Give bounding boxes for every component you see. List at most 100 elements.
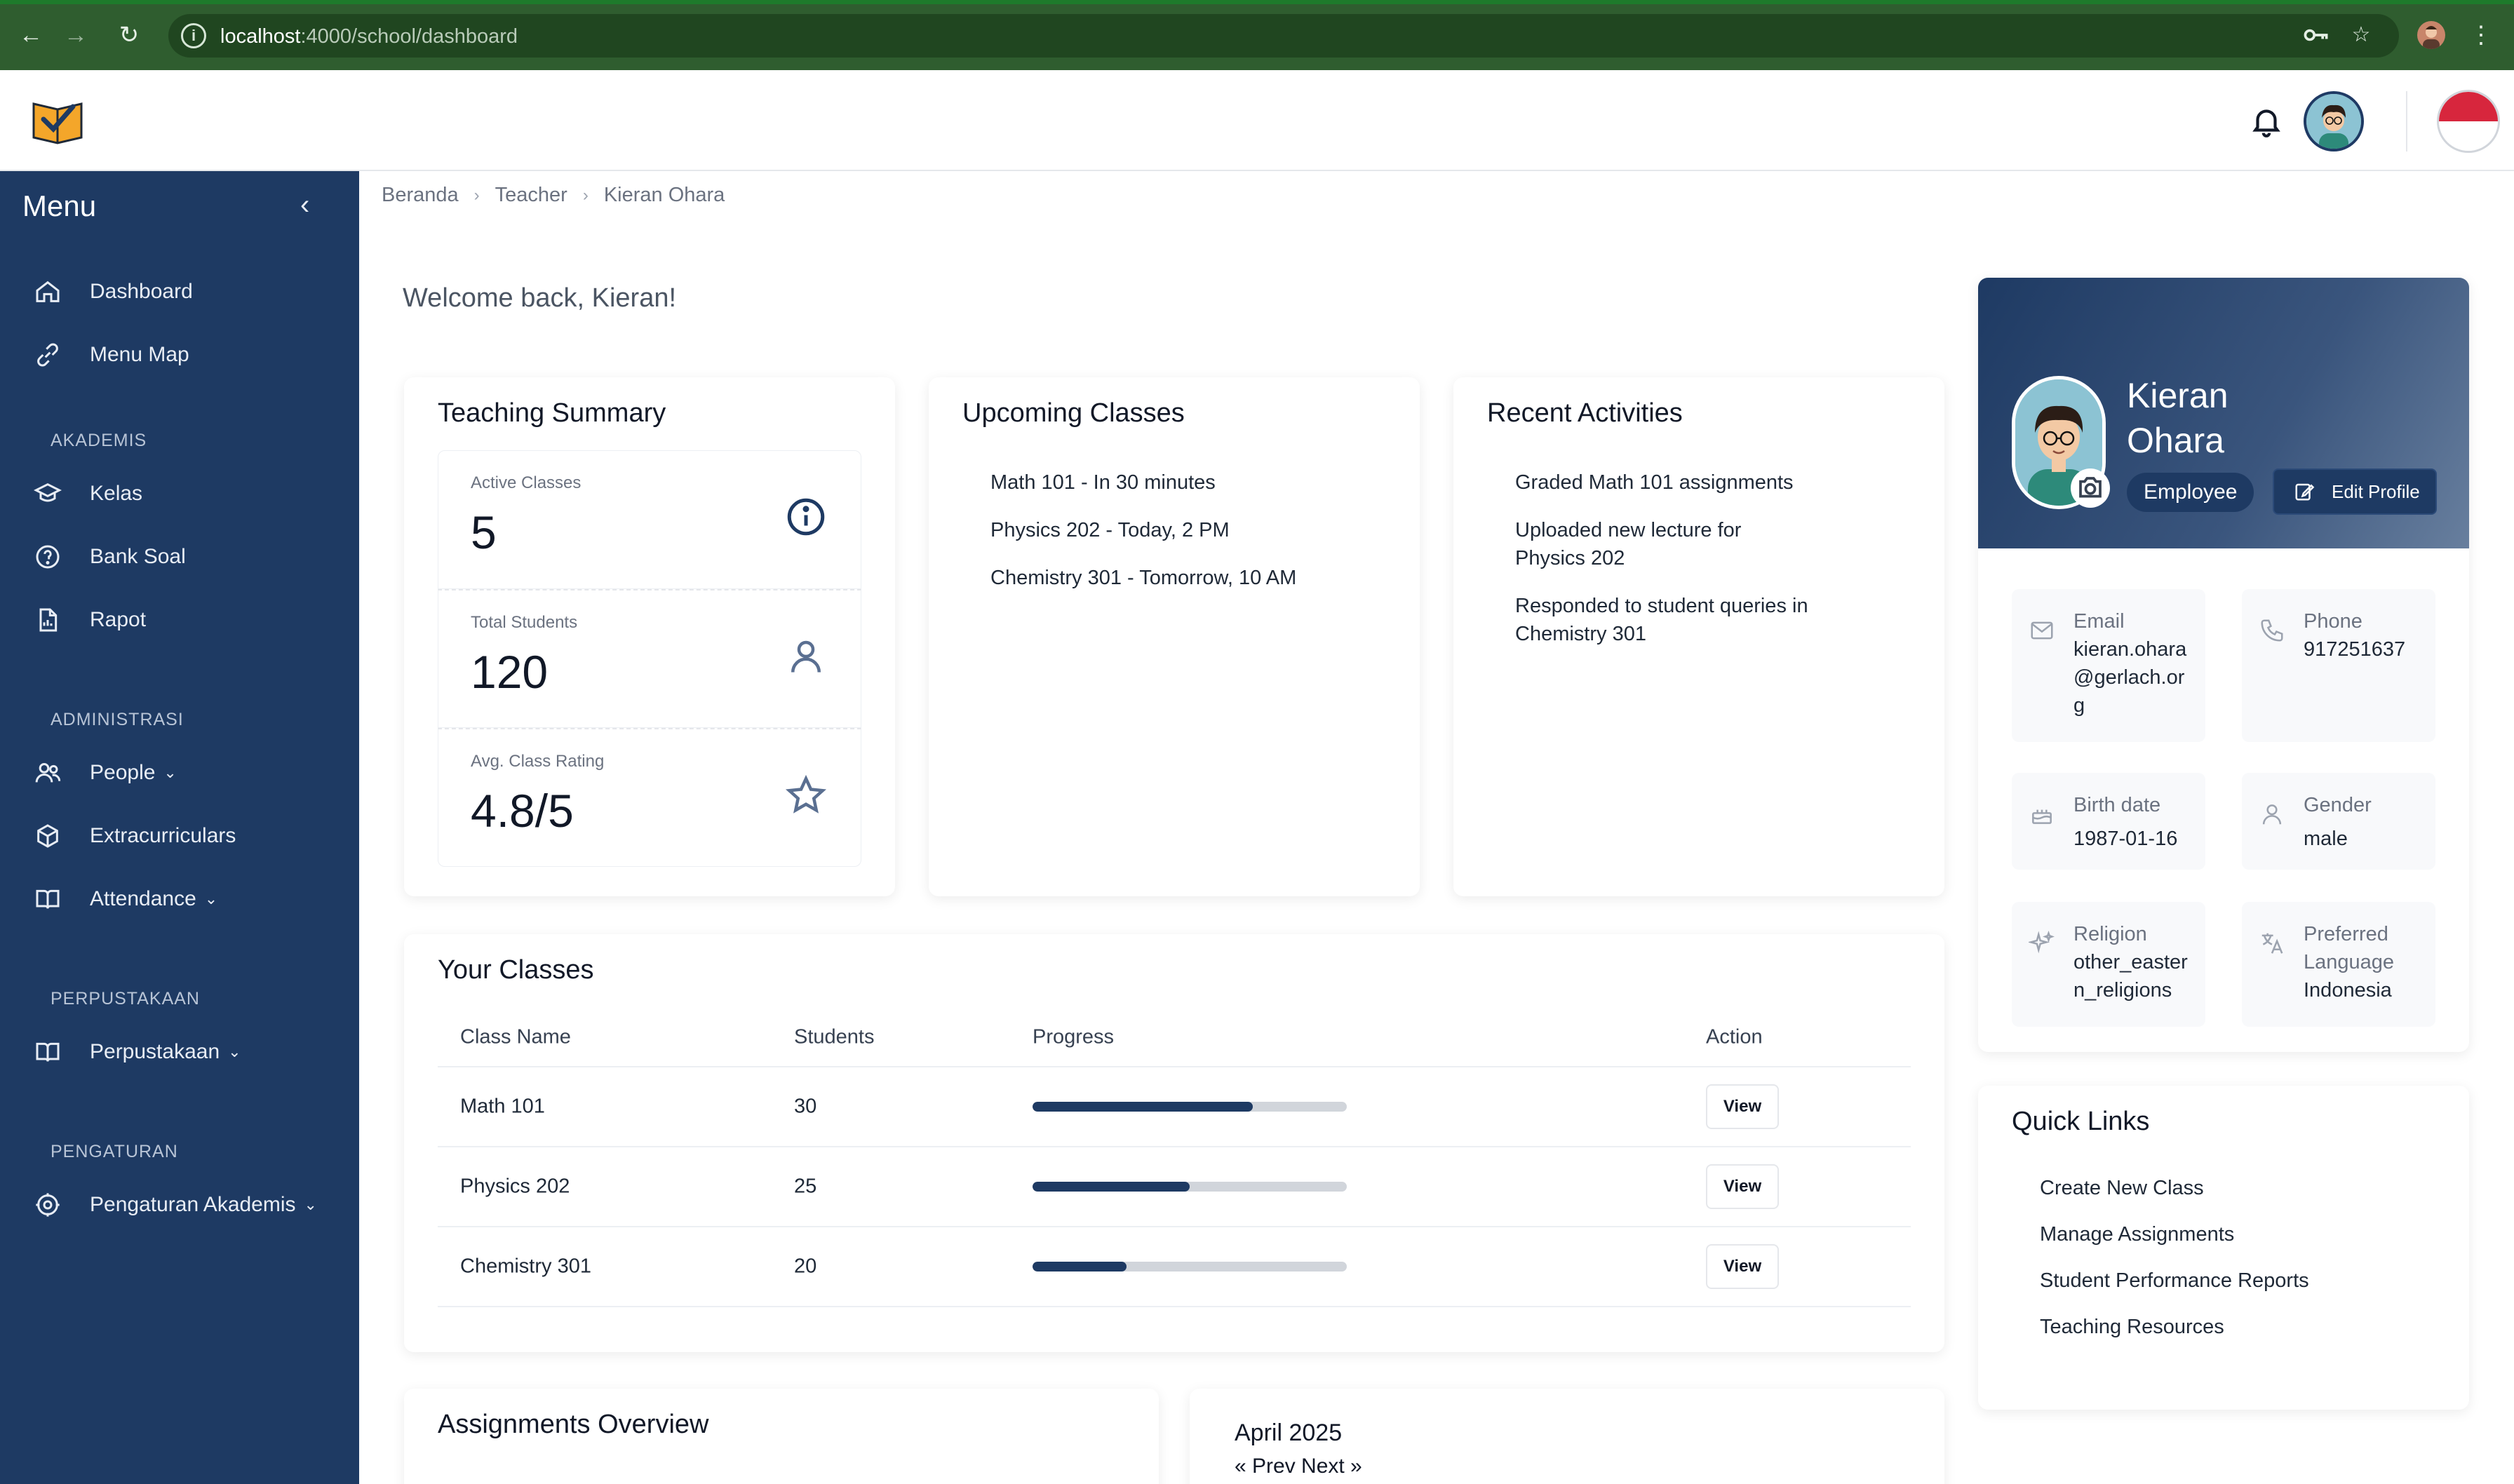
info-label: Preferred Language (2304, 923, 2395, 973)
key-icon[interactable] (2301, 20, 2332, 50)
stat-label: Total Students (471, 613, 578, 632)
breadcrumb-item-teacher[interactable]: Teacher (495, 184, 567, 207)
sidebar-section-administrasi: ADMINISTRASI (51, 710, 184, 729)
list-item: Responded to student queries in Chemistr… (1515, 595, 1808, 645)
table-row: Physics 202 25 View (438, 1147, 1911, 1227)
url-host: localhost (220, 25, 301, 48)
info-label: Phone (2304, 610, 2362, 633)
assignments-overview-card: Assignments Overview (404, 1389, 1159, 1484)
card-title: Quick Links (2012, 1107, 2150, 1136)
email-value: kieran.ohara@gerlach.org (2073, 638, 2187, 717)
cube-icon (34, 822, 62, 850)
sidebar-item-label: Dashboard (90, 280, 193, 303)
sidebar-item-label: Menu Map (90, 343, 189, 366)
address-bar[interactable]: i localhost:4000/school/dashboard (168, 14, 2399, 58)
sidebar-item-label: Kelas (90, 482, 143, 505)
cake-icon (2029, 801, 2055, 828)
info-label: Email (2073, 610, 2125, 633)
sidebar-item-extracurriculars[interactable]: Extracurriculars (34, 815, 236, 857)
sidebar-section-akademis: AKADEMIS (51, 431, 147, 450)
sidebar: Menu ‹ Dashboard Menu Map AKADEMIS Kelas… (0, 171, 359, 1484)
chevron-down-icon: ⌄ (204, 890, 218, 908)
sidebar-item-people[interactable]: People ⌄ (34, 752, 177, 794)
sidebar-item-label: Attendance (90, 887, 196, 910)
sidebar-item-menu-map[interactable]: Menu Map (34, 334, 189, 376)
user-avatar[interactable] (2304, 91, 2364, 151)
mail-icon (2029, 617, 2055, 644)
sidebar-item-label: Pengaturan Akademis (90, 1193, 296, 1216)
translate-icon (2259, 930, 2285, 957)
card-title: Assignments Overview (438, 1410, 709, 1439)
breadcrumb-item-beranda[interactable]: Beranda (382, 184, 459, 207)
view-button[interactable]: View (1706, 1244, 1779, 1289)
book-open-icon (34, 885, 62, 913)
home-icon (34, 278, 62, 306)
sidebar-section-perpustakaan: PERPUSTAKAAN (51, 989, 200, 1009)
calendar-month: April 2025 (1235, 1419, 1343, 1446)
upcoming-list: Math 101 - In 30 minutes Physics 202 - T… (990, 468, 1296, 612)
reload-icon[interactable]: ↻ (112, 18, 146, 52)
calendar-nav[interactable]: « Prev Next » (1235, 1455, 1362, 1478)
sidebar-item-dashboard[interactable]: Dashboard (34, 271, 193, 313)
activities-list: Graded Math 101 assignments Uploaded new… (1515, 468, 1810, 668)
link-icon (34, 341, 62, 369)
sidebar-item-perpustakaan[interactable]: Perpustakaan ⌄ (34, 1031, 241, 1073)
sidebar-collapse-chevron-icon[interactable]: ‹ (300, 189, 309, 221)
card-title: Upcoming Classes (962, 398, 1185, 428)
bookmark-star-icon[interactable]: ☆ (2346, 20, 2377, 50)
user-icon (2259, 801, 2285, 828)
stat-label: Avg. Class Rating (471, 752, 605, 771)
quick-links-card: Quick Links Create New Class Manage Assi… (1978, 1086, 2469, 1410)
edit-icon (2294, 481, 2315, 502)
upcoming-classes-card: Upcoming Classes Math 101 - In 30 minute… (929, 377, 1420, 896)
quick-link[interactable]: Manage Assignments (2040, 1220, 2309, 1248)
birth-info-box: Birth date 1987-01-16 (2012, 773, 2205, 870)
sparkles-icon (2027, 930, 2055, 957)
list-item: Graded Math 101 assignments (1515, 471, 1794, 494)
breadcrumb-item-current: Kieran Ohara (603, 184, 725, 206)
url-path: :4000/school/dashboard (300, 25, 518, 48)
info-label: Birth date (2073, 794, 2161, 816)
stat-value: 4.8/5 (471, 785, 574, 837)
browser-menu-icon[interactable]: ⋮ (2469, 18, 2493, 52)
sidebar-item-rapot[interactable]: Rapot (34, 599, 146, 641)
birth-value: 1987-01-16 (2073, 828, 2178, 850)
stat-total-students: Total Students 120 (438, 589, 861, 728)
sidebar-item-attendance[interactable]: Attendance ⌄ (34, 878, 217, 920)
browser-profile-avatar[interactable] (2417, 21, 2445, 49)
sidebar-item-kelas[interactable]: Kelas (33, 473, 143, 515)
role-badge: Employee (2127, 473, 2254, 512)
profile-card: Kieran Ohara Employee Edit Profile Email… (1978, 278, 2469, 1052)
url-text[interactable]: localhost:4000/school/dashboard (220, 25, 518, 48)
classes-table: Class Name Students Progress Action Math… (438, 1009, 1911, 1307)
forward-icon[interactable]: → (59, 18, 93, 52)
teaching-summary-card: Teaching Summary Active Classes 5 Total … (404, 377, 895, 896)
app-logo[interactable] (31, 95, 84, 144)
notification-bell-icon[interactable] (2249, 104, 2284, 139)
card-title: Your Classes (438, 955, 594, 985)
edit-profile-button[interactable]: Edit Profile (2273, 468, 2437, 515)
column-header: Action (1706, 1025, 1763, 1048)
view-button[interactable]: View (1706, 1084, 1779, 1129)
progress-bar (1033, 1102, 1347, 1112)
class-name: Chemistry 301 (460, 1255, 591, 1278)
info-icon (785, 496, 827, 538)
camera-icon[interactable] (2071, 468, 2110, 508)
view-button[interactable]: View (1706, 1164, 1779, 1209)
gender-value: male (2304, 828, 2348, 850)
graduation-cap-icon (33, 480, 62, 508)
sidebar-item-bank-soal[interactable]: Bank Soal (34, 536, 186, 578)
card-title: Recent Activities (1487, 398, 1683, 428)
site-info-icon[interactable]: i (181, 23, 206, 48)
info-label: Gender (2304, 794, 2372, 816)
column-header: Progress (1033, 1025, 1115, 1048)
quick-link[interactable]: Create New Class (2040, 1174, 2309, 1202)
chevron-down-icon: ⌄ (163, 764, 177, 781)
quick-link[interactable]: Student Performance Reports (2040, 1267, 2309, 1295)
back-icon[interactable]: ← (14, 18, 48, 52)
quick-link[interactable]: Teaching Resources (2040, 1313, 2309, 1341)
gender-info-box: Gender male (2242, 773, 2435, 870)
language-flag-indonesia[interactable] (2437, 90, 2500, 153)
list-item: Chemistry 301 - Tomorrow, 10 AM (990, 567, 1297, 589)
sidebar-item-pengaturan-akademis[interactable]: Pengaturan Akademis ⌄ (34, 1184, 317, 1226)
